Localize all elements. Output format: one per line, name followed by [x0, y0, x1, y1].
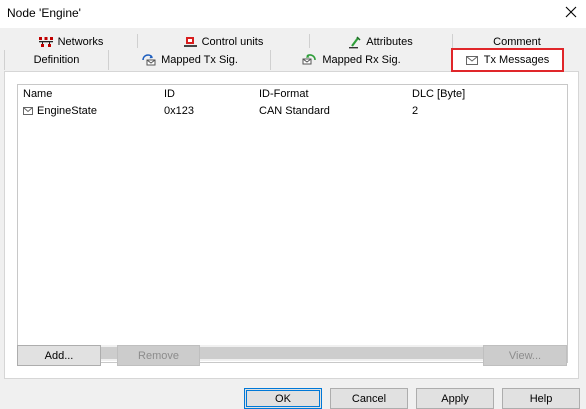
control-units-icon: [183, 36, 197, 47]
tab-mapped-rx-sig[interactable]: Mapped Rx Sig.: [270, 50, 432, 70]
tab-attributes[interactable]: Attributes: [310, 32, 452, 52]
message-id: 0x123: [164, 105, 194, 117]
window-title: Node 'Engine': [7, 6, 81, 20]
tab-definition[interactable]: Definition: [4, 50, 108, 70]
tab-networks[interactable]: Networks: [5, 32, 137, 52]
help-button[interactable]: Help: [502, 388, 580, 409]
list-header: Name ID ID-Format DLC [Byte]: [18, 85, 567, 102]
tab-definition-label: Definition: [33, 54, 80, 66]
envelope-icon: [23, 107, 33, 115]
table-row[interactable]: EngineState 0x123 CAN Standard 2: [18, 103, 567, 119]
envelope-icon: [465, 55, 478, 65]
tab-control-units[interactable]: Control units: [138, 32, 309, 52]
mapped-tx-sig-icon: [142, 54, 156, 66]
tab-mapped-rx-sig-label: Mapped Rx Sig.: [322, 54, 401, 66]
column-header-id-format[interactable]: ID-Format: [259, 88, 309, 100]
column-header-name[interactable]: Name: [23, 88, 52, 100]
networks-icon: [38, 36, 53, 47]
title-bar: Node 'Engine': [0, 0, 586, 28]
close-icon: [565, 6, 577, 18]
column-header-id[interactable]: ID: [164, 88, 175, 100]
tab-networks-label: Networks: [57, 36, 104, 48]
add-button[interactable]: Add...: [17, 345, 101, 366]
remove-button[interactable]: Remove: [117, 345, 200, 366]
mapped-rx-sig-icon: [302, 54, 317, 65]
attributes-icon: [349, 35, 361, 48]
message-name: EngineState: [37, 105, 97, 117]
tx-messages-list[interactable]: Name ID ID-Format DLC [Byte] EngineState…: [17, 84, 568, 363]
tab-tx-messages[interactable]: Tx Messages: [451, 48, 564, 72]
tab-control-units-label: Control units: [201, 36, 264, 48]
message-dlc: 2: [412, 105, 419, 117]
tab-comment-label: Comment: [493, 36, 541, 48]
tab-mapped-tx-sig[interactable]: Mapped Tx Sig.: [108, 50, 270, 70]
apply-button[interactable]: Apply: [416, 388, 494, 409]
tab-attributes-label: Attributes: [366, 36, 413, 48]
close-button[interactable]: [556, 0, 586, 24]
cancel-button[interactable]: Cancel: [330, 388, 408, 409]
view-button[interactable]: View...: [483, 345, 567, 366]
column-header-dlc[interactable]: DLC [Byte]: [412, 88, 465, 100]
message-name-cell: EngineState: [23, 105, 97, 117]
ok-button[interactable]: OK: [244, 388, 322, 409]
message-id-format: CAN Standard: [259, 105, 330, 117]
tab-tx-messages-label: Tx Messages: [483, 54, 550, 66]
dialog-client-area: Networks Control units Attributes Commen…: [0, 28, 586, 409]
tab-mapped-tx-sig-label: Mapped Tx Sig.: [161, 54, 238, 66]
scrollbar-thumb[interactable]: [37, 347, 548, 359]
